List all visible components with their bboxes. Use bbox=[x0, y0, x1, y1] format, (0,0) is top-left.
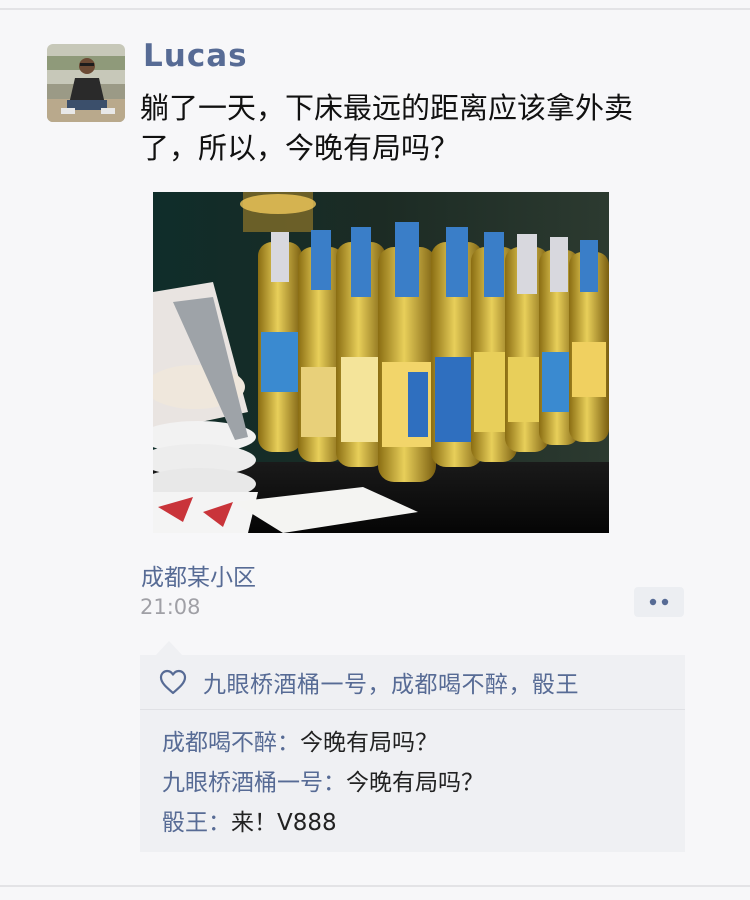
comment-text: 今晚有局吗？ bbox=[346, 770, 484, 796]
top-divider bbox=[0, 8, 750, 10]
bottles bbox=[258, 222, 609, 482]
post-username[interactable]: Lucas bbox=[143, 38, 248, 74]
post-text: 躺了一天，下床最远的距离应该拿外卖 了，所以，今晚有局吗？ bbox=[140, 91, 634, 165]
comment-box: 九眼桥酒桶一号，成都喝不醉，骰王 成都喝不醉：今晚有局吗？ 九眼桥酒桶一号：今晚… bbox=[140, 655, 685, 852]
comment-box-arrow bbox=[156, 641, 182, 655]
comment-author[interactable]: 九眼桥酒桶一号 bbox=[162, 770, 323, 796]
post-timestamp: 21:08 bbox=[140, 595, 201, 619]
more-dots-icon bbox=[649, 598, 669, 606]
bottom-divider bbox=[0, 885, 750, 887]
likes-divider bbox=[140, 709, 685, 710]
comment-author[interactable]: 成都喝不醉 bbox=[162, 730, 277, 756]
avatar[interactable] bbox=[47, 44, 125, 122]
comment-item[interactable]: 骰王：来！V888 bbox=[162, 803, 484, 843]
likes-row: 九眼桥酒桶一号，成都喝不醉，骰王 bbox=[140, 655, 685, 708]
comment-separator: ： bbox=[323, 770, 346, 796]
post-photo[interactable] bbox=[153, 192, 609, 533]
comment-separator: ： bbox=[208, 810, 231, 836]
comment-separator: ： bbox=[277, 730, 300, 756]
comment-item[interactable]: 成都喝不醉：今晚有局吗？ bbox=[162, 723, 484, 763]
comment-item[interactable]: 九眼桥酒桶一号：今晚有局吗？ bbox=[162, 763, 484, 803]
avatar-photo bbox=[47, 44, 125, 122]
more-button[interactable] bbox=[634, 587, 684, 617]
likes-names[interactable]: 九眼桥酒桶一号，成都喝不醉，骰王 bbox=[203, 665, 579, 699]
comment-text: 来！V888 bbox=[231, 810, 337, 836]
beer-bottles-photo bbox=[153, 192, 609, 533]
comment-author[interactable]: 骰王 bbox=[162, 810, 208, 836]
heart-outline-icon bbox=[159, 669, 187, 694]
comment-text: 今晚有局吗？ bbox=[300, 730, 438, 756]
post-location[interactable]: 成都某小区 bbox=[141, 558, 256, 592]
comment-list: 成都喝不醉：今晚有局吗？ 九眼桥酒桶一号：今晚有局吗？ 骰王：来！V888 bbox=[162, 723, 484, 843]
